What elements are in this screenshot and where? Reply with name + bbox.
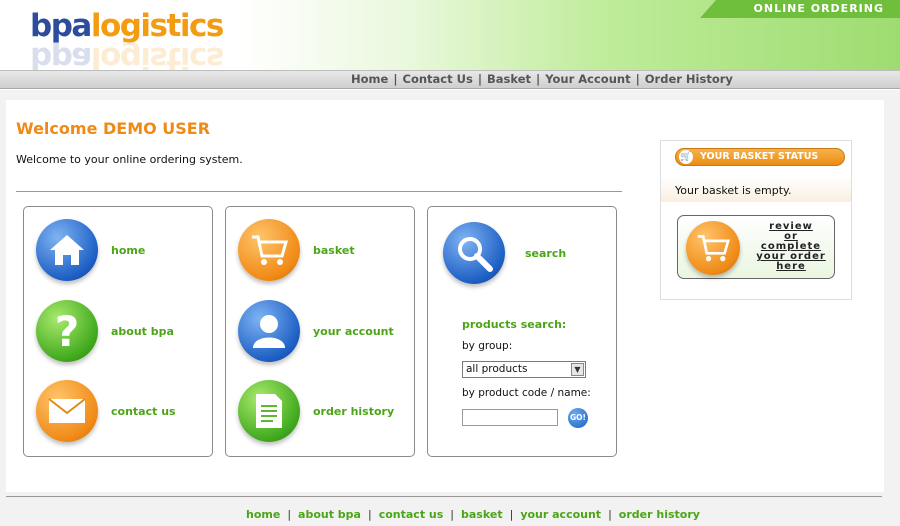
divider	[16, 191, 622, 192]
tile-about-label: about bpa	[111, 324, 174, 338]
nav-separator: |	[536, 72, 541, 86]
nav-separator: |	[393, 72, 398, 86]
page-title: Welcome DEMO USER	[16, 119, 211, 138]
logo-part1: bpa	[30, 8, 92, 44]
review-order-button[interactable]: review or complete your order here	[677, 215, 835, 279]
tile-search-label: search	[525, 246, 567, 260]
intro-text: Welcome to your online ordering system.	[16, 153, 243, 166]
group-select-value: all products	[466, 363, 528, 375]
by-code-label: by product code / name:	[462, 387, 591, 399]
by-group-label: by group:	[462, 340, 513, 352]
document-icon	[238, 380, 300, 442]
tile-contact-label: contact us	[111, 404, 176, 418]
footer-nav: home | about bpa | contact us | basket | your ac…	[246, 508, 700, 521]
tile-account[interactable]: your account	[238, 300, 394, 362]
online-ordering-badge: ONLINE ORDERING	[700, 0, 900, 18]
review-line: here	[776, 261, 806, 272]
question-mark-glyph: ?	[54, 306, 80, 356]
go-button[interactable]: GO!	[568, 408, 588, 428]
tile-home-label: home	[111, 243, 146, 257]
footer-separator: |	[367, 508, 372, 521]
footer-separator: |	[608, 508, 612, 521]
nav-separator: |	[477, 72, 483, 86]
nav-home[interactable]: Home	[351, 72, 388, 86]
basket-status-header: 🛒 YOUR BASKET STATUS	[675, 148, 845, 166]
footer-separator: |	[287, 508, 292, 521]
nav-order-history[interactable]: Order History	[645, 72, 733, 86]
footer-separator: |	[509, 508, 514, 521]
basket-status-panel: 🛒 YOUR BASKET STATUS Your basket is empt…	[660, 140, 852, 300]
footer-history[interactable]: order history	[619, 508, 700, 521]
footer-account[interactable]: your account	[520, 508, 601, 521]
footer-divider	[6, 496, 882, 497]
nav-contact-us[interactable]: Contact Us	[403, 72, 473, 86]
question-icon: ?	[36, 300, 98, 362]
review-order-text: review or complete your order here	[750, 222, 832, 272]
footer-basket[interactable]: basket	[461, 508, 503, 521]
product-code-input[interactable]	[462, 409, 558, 426]
tile-search[interactable]: search	[443, 222, 566, 284]
nav-basket[interactable]: Basket	[487, 72, 531, 86]
top-nav: Home | Contact Us | Basket | Your Account | Orde…	[351, 72, 733, 86]
footer-about[interactable]: about bpa	[298, 508, 361, 521]
chevron-down-icon[interactable]: ▼	[571, 363, 584, 376]
cart-icon: 🛒	[679, 150, 693, 164]
products-search-title: products search:	[462, 318, 567, 331]
footer-home[interactable]: home	[246, 508, 280, 521]
tile-account-label: your account	[313, 324, 394, 338]
box-info: home ? about bpa contact us	[23, 206, 213, 457]
footer-contact[interactable]: contact us	[379, 508, 444, 521]
user-icon	[238, 300, 300, 362]
home-icon	[36, 219, 98, 281]
mail-icon	[36, 380, 98, 442]
tile-basket-label: basket	[313, 243, 355, 257]
magnifier-icon	[443, 222, 505, 284]
tile-contact[interactable]: contact us	[36, 380, 176, 442]
group-select[interactable]: all products ▼	[462, 361, 586, 378]
cart-icon	[686, 221, 740, 275]
nav-your-account[interactable]: Your Account	[545, 72, 630, 86]
tile-basket[interactable]: basket	[238, 219, 355, 281]
tile-home[interactable]: home	[36, 219, 145, 281]
tile-history[interactable]: order history	[238, 380, 394, 442]
logo-part2: logistics	[90, 8, 224, 44]
logo[interactable]: bpalogistics	[30, 8, 224, 44]
cart-icon	[238, 219, 300, 281]
basket-status-title: YOUR BASKET STATUS	[700, 151, 819, 162]
tile-about[interactable]: ? about bpa	[36, 300, 174, 362]
box-account: basket your account order history	[225, 206, 415, 457]
tile-history-label: order history	[313, 404, 395, 418]
footer-separator: |	[450, 508, 454, 521]
basket-empty-message: Your basket is empty.	[675, 184, 792, 197]
nav-separator: |	[635, 72, 640, 86]
